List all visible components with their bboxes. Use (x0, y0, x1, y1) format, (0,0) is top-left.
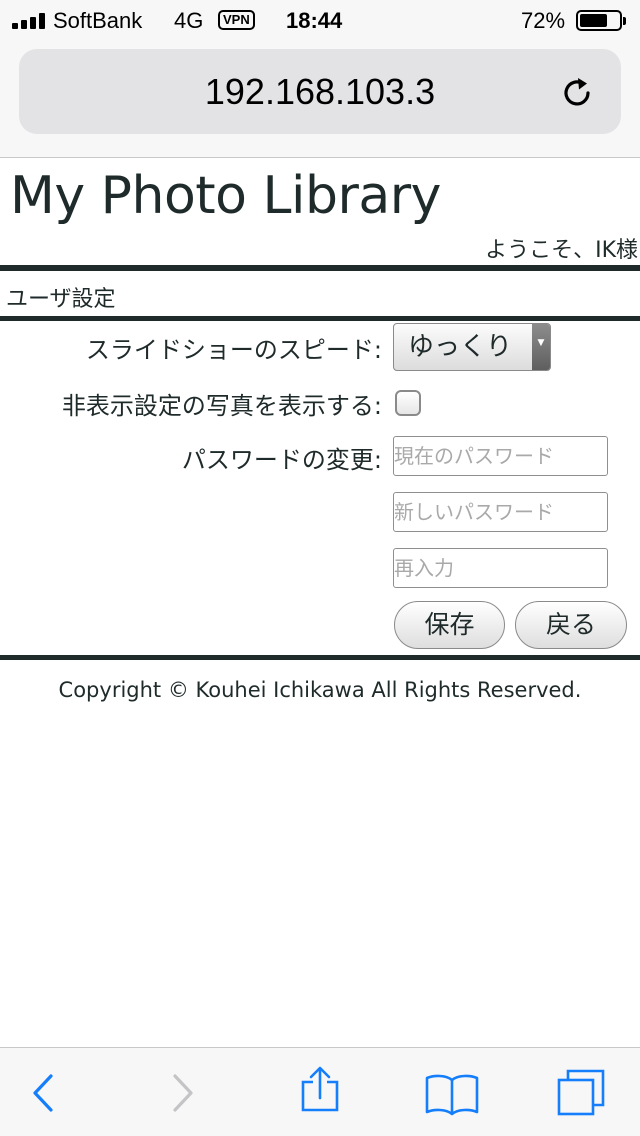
dropdown-arrow-icon: ▼ (532, 324, 550, 370)
share-icon[interactable] (279, 1048, 359, 1136)
reenter-password-input[interactable] (393, 548, 608, 588)
battery-icon (576, 10, 622, 31)
slideshow-speed-select[interactable]: ゆっくり ▼ (393, 323, 551, 371)
book-icon[interactable] (412, 1048, 492, 1136)
chevron-left-icon[interactable] (3, 1048, 83, 1136)
slideshow-speed-value: ゆっくり (408, 332, 513, 362)
battery-level (580, 14, 607, 27)
footer-divider (0, 655, 640, 660)
new-password-input[interactable] (393, 492, 608, 532)
section-title: ユーザ設定 (6, 287, 116, 312)
tabs-icon[interactable] (542, 1048, 622, 1136)
site-title: My Photo Library (10, 166, 441, 226)
network-type: 4G (174, 8, 204, 33)
browser-toolbar (0, 1047, 640, 1136)
section-divider (0, 316, 640, 321)
copyright-text: Copyright © Kouhei Ichikawa All Rights R… (58, 678, 582, 702)
url-text[interactable]: 192.168.103.3 (19, 49, 621, 134)
address-bar[interactable]: 192.168.103.3 (19, 49, 621, 134)
password-change-label: パスワードの変更: (181, 446, 382, 474)
slideshow-speed-label: スライドショーのスピード: (85, 336, 382, 364)
show-hidden-checkbox[interactable] (395, 390, 421, 416)
current-password-input[interactable] (393, 436, 608, 476)
header-divider (0, 265, 640, 271)
chevron-right-icon[interactable] (143, 1048, 223, 1136)
reload-icon[interactable] (559, 74, 597, 112)
status-bar: SoftBank 4G VPN 18:44 72% (0, 0, 640, 40)
carrier-name: SoftBank (53, 8, 143, 33)
welcome-message: ようこそ、IK様 (485, 238, 638, 263)
signal-strength-icon (12, 13, 48, 29)
show-hidden-label: 非表示設定の写真を表示する: (61, 392, 382, 420)
status-time: 18:44 (286, 8, 343, 33)
battery-tip (623, 17, 626, 25)
save-button[interactable]: 保存 (394, 601, 505, 649)
vpn-badge: VPN (218, 10, 255, 30)
battery-percent: 72% (521, 8, 566, 33)
browser-top-chrome: SoftBank 4G VPN 18:44 72% 192.168.103.3 (0, 0, 640, 158)
back-button[interactable]: 戻る (515, 601, 627, 649)
